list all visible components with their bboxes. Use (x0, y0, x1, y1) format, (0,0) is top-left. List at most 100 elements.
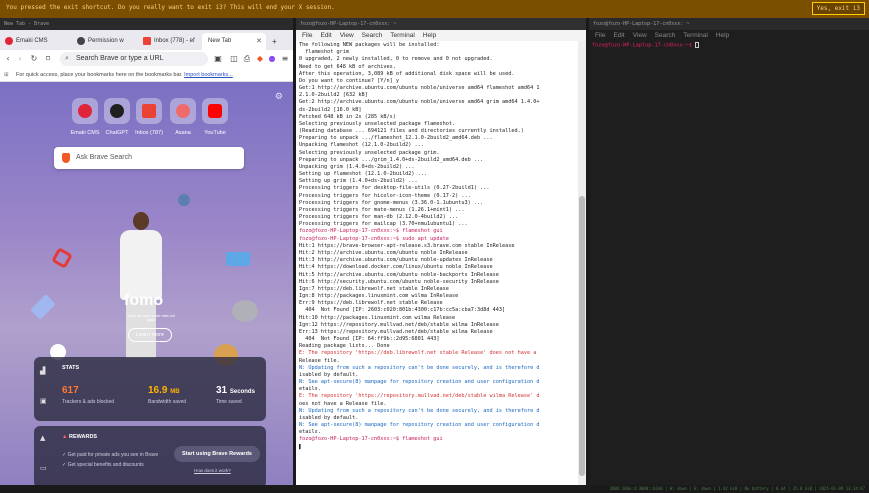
terminal-line: flameshot grim (299, 49, 349, 56)
tile-emaki-cms[interactable]: Emaki CMS (68, 98, 102, 136)
stat-time: 31 Seconds Time saved (216, 385, 255, 405)
import-bookmarks-link[interactable]: Import bookmarks... (184, 72, 233, 78)
terminal-line: Processing triggers for hicolor-icon-the… (299, 192, 471, 199)
terminal-line: Reading package lists... Done (299, 343, 390, 350)
terminal-line: Unpacking flameshot (12.1.0-2build2) ... (299, 142, 424, 149)
apps-grid-icon[interactable]: ⊞ (4, 68, 9, 82)
emaki-favicon-icon (5, 37, 13, 45)
terminal-output[interactable]: The following NEW packages will be insta… (299, 42, 577, 484)
terminal-line: ▌ (299, 443, 303, 450)
terminal-scrollbar[interactable] (578, 41, 586, 485)
terminal-line: Processing triggers for mate-menus (1.26… (299, 206, 465, 213)
brave-browser-window: Emaki CMS Permission w Inbox (778) - ef … (0, 30, 293, 493)
rewards-title: ▲ REWARDS (62, 434, 98, 440)
learn-more-button[interactable]: Learn more (128, 328, 172, 342)
decorative-ethereum (30, 294, 56, 320)
rewards-benefit-1: ✓ Get paid for private ads you see in Br… (62, 452, 159, 458)
menu-help[interactable]: Help (716, 32, 729, 39)
terminal-line: fozo@fozo-HP-Laptop-17-cn0xxx:~$ flamesh… (299, 228, 443, 235)
tab-permission[interactable]: Permission w (74, 33, 138, 50)
new-tab-page: ⚙ Emaki CMS ChatGPT Inbox (787) Asana Yo… (0, 82, 293, 493)
terminal-line: After this operation, 3,089 kB of additi… (299, 70, 515, 77)
terminal-line: Hit:2 http://archive.ubuntu.com/ubuntu n… (299, 249, 468, 256)
tab-emaki-cms[interactable]: Emaki CMS (2, 33, 72, 50)
terminal-line: Processing triggers for gnome-menus (3.3… (299, 199, 484, 206)
gmail-icon (142, 104, 156, 118)
terminal-line: E: The repository 'https://deb.librewolf… (299, 350, 537, 357)
tab-search-icon[interactable]: ▣ (212, 52, 224, 65)
terminal-line: 404 Not Found [IP: 64:ff9b::2d95:6801 44… (299, 336, 440, 343)
rewards-bat-icon: ▲ (62, 434, 69, 440)
reload-icon[interactable]: ↻ (28, 52, 40, 65)
menu-edit[interactable]: Edit (320, 32, 331, 39)
bookmark-icon[interactable]: ⌑ (42, 52, 54, 65)
back-icon[interactable]: ‹ (2, 52, 14, 65)
terminal-line: Preparing to unpack .../flameshot_12.1.0… (299, 135, 493, 142)
menu-view[interactable]: View (340, 32, 354, 39)
exit-i3-button[interactable]: Yes, exit i3 (811, 2, 865, 15)
terminal2-prompt[interactable]: fozo@fozo-HP-Laptop-17-cn0xxx:~$ (592, 42, 700, 49)
menu-search[interactable]: Search (655, 32, 676, 39)
terminal-line: N: See apt-secure(8) manpage for reposit… (299, 379, 540, 386)
terminal-line: (Reading database ... 694121 files and d… (299, 128, 524, 135)
share-icon[interactable]: ⎙ (241, 52, 253, 65)
menu-icon[interactable]: ≡ (279, 52, 291, 65)
menu-edit[interactable]: Edit (613, 32, 624, 39)
stats-info-icon: ▣ (40, 397, 47, 405)
terminal-line: Ign:12 https://repository.mullvad.net/de… (299, 321, 499, 328)
terminal-line: Hit:5 http://archive.ubuntu.com/ubuntu n… (299, 271, 499, 278)
sidebar-icon[interactable]: ◫ (228, 52, 240, 65)
terminal-line: Selecting previously unselected package … (299, 120, 456, 127)
menu-view[interactable]: View (633, 32, 647, 39)
menu-help[interactable]: Help (423, 32, 436, 39)
cursor (695, 42, 700, 48)
terminal-line: Get:1 http://archive.ubuntu.com/ubuntu n… (299, 85, 540, 92)
asana-icon (176, 104, 190, 118)
terminal-line: fozo@fozo-HP-Laptop-17-cn0xxx:~$ flamesh… (299, 436, 443, 443)
how-it-works-link[interactable]: How does it work? (194, 468, 231, 473)
emaki-icon (78, 104, 92, 118)
gear-icon[interactable]: ⚙ (275, 92, 283, 102)
tile-inbox[interactable]: Inbox (787) (132, 98, 166, 136)
terminal-line: 404 Not Found [IP: 2603:c020:801b:4300:c… (299, 307, 506, 314)
terminal-line: oes not have a Release file. (299, 400, 387, 407)
menu-terminal[interactable]: Terminal (683, 32, 708, 39)
browser-window-title: New Tab - Brave (0, 18, 293, 30)
terminal-line: Setting up flameshot (12.1.0-2build2) ..… (299, 171, 428, 178)
new-tab-button[interactable]: + (268, 33, 284, 50)
close-tab-icon[interactable]: ✕ (256, 33, 262, 50)
github-favicon-icon (77, 37, 85, 45)
tile-youtube[interactable]: YouTube (198, 98, 232, 136)
start-rewards-button[interactable]: Start using Brave Rewards (174, 446, 260, 462)
terminal2-menubar: File Edit View Search Terminal Help (589, 30, 869, 41)
bookmarks-bar: ⊞ For quick access, place your bookmarks… (0, 68, 293, 82)
brave-shields-icon[interactable]: ◆ (254, 52, 266, 65)
terminal-window[interactable]: File Edit View Search Terminal Help The follo… (296, 30, 586, 485)
menu-file[interactable]: File (302, 32, 312, 39)
chatgpt-icon (110, 104, 124, 118)
address-bar[interactable]: ⌕ Search Brave or type a URL (60, 52, 208, 66)
tab-inbox[interactable]: Inbox (778) - ef (140, 33, 200, 50)
brave-search-box[interactable]: Ask Brave Search (54, 147, 244, 169)
terminal2-window[interactable]: File Edit View Search Terminal Help fozo@fozo… (589, 30, 869, 485)
scrollbar-thumb[interactable] (579, 196, 585, 476)
tile-chatgpt[interactable]: ChatGPT (100, 98, 134, 136)
terminal-line: Fetched 648 kB in 2s (285 kB/s) (299, 113, 396, 120)
menu-search[interactable]: Search (362, 32, 383, 39)
browser-toolbar: ‹ › ↻ ⌑ ⌕ Search Brave or type a URL ▣ ◫ … (0, 50, 293, 68)
menu-file[interactable]: File (595, 32, 605, 39)
terminal-line: Get:2 http://archive.ubuntu.com/ubuntu n… (299, 99, 540, 106)
terminal-window-title: fozo@fozo-HP-Laptop-17-cn0xxx: ~ (296, 18, 586, 30)
tab-new-tab[interactable]: New Tab ✕ (202, 33, 266, 50)
forward-icon[interactable]: › (14, 52, 26, 65)
terminal-line: E: The repository 'https://repository.mu… (299, 393, 540, 400)
terminal-line: The following NEW packages will be insta… (299, 42, 440, 48)
terminal2-window-title: fozo@fozo-HP-Laptop-17-cn0xxx: ~ (589, 18, 869, 30)
gmail-favicon-icon (143, 37, 151, 45)
rewards-icon[interactable]: ● (266, 52, 278, 65)
terminal-line: fozo@fozo-HP-Laptop-17-cn0xxx:~$ sudo ap… (299, 235, 449, 242)
menu-terminal[interactable]: Terminal (390, 32, 415, 39)
terminal-line: Processing triggers for man-db (2.12.0-4… (299, 214, 459, 221)
tile-asana[interactable]: Asana (166, 98, 200, 136)
stat-trackers: 617 Trackers & ads blocked (62, 385, 115, 405)
